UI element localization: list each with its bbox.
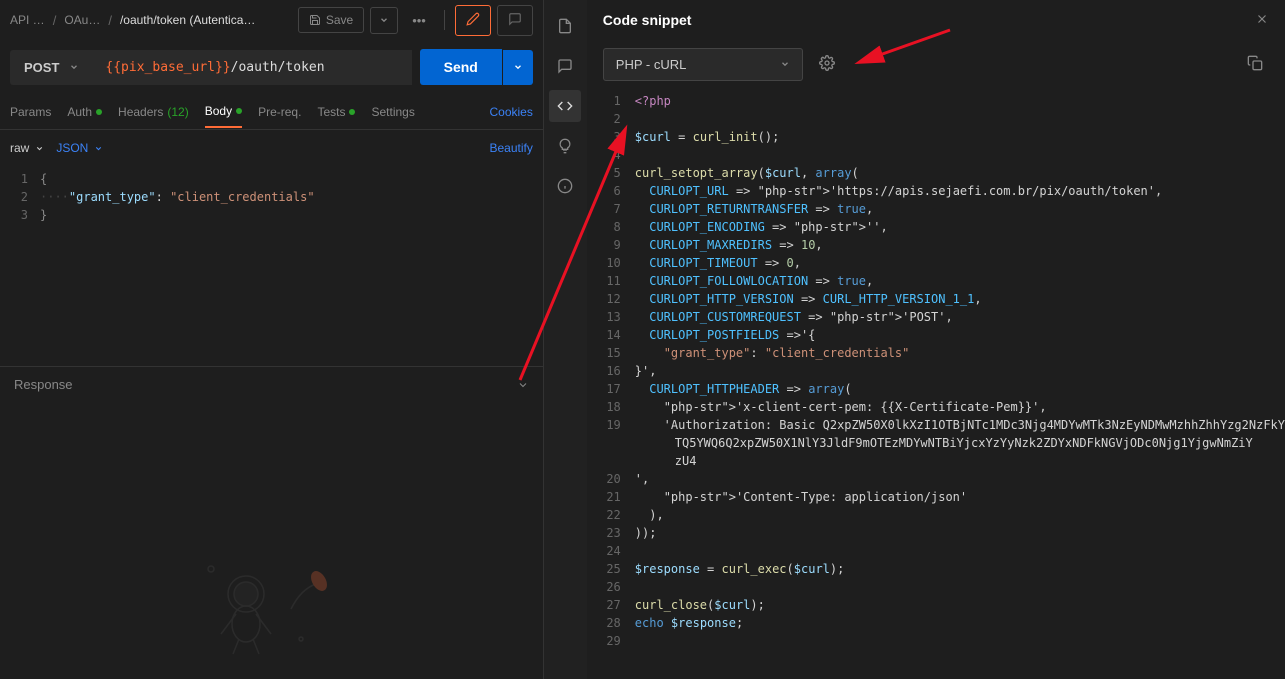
- gear-icon: [819, 55, 835, 71]
- cookies-link[interactable]: Cookies: [490, 105, 533, 119]
- tab-tests[interactable]: Tests: [317, 96, 355, 128]
- tab-body[interactable]: Body: [205, 96, 242, 128]
- beautify-button[interactable]: Beautify: [490, 141, 533, 155]
- save-icon: [309, 14, 321, 26]
- chevron-down-icon: [513, 62, 523, 72]
- response-body: [0, 402, 543, 679]
- status-dot-icon: [96, 109, 102, 115]
- chevron-down-icon[interactable]: [517, 379, 529, 391]
- response-label: Response: [14, 377, 73, 392]
- copy-icon: [1247, 55, 1263, 71]
- comments-icon-button[interactable]: [549, 50, 581, 82]
- close-button[interactable]: [1255, 12, 1269, 29]
- dots-icon: •••: [412, 13, 426, 28]
- breadcrumb-sep: /: [108, 13, 112, 28]
- save-dropdown[interactable]: [370, 7, 398, 34]
- tab-headers[interactable]: Headers (12): [118, 96, 189, 128]
- status-dot-icon: [349, 109, 355, 115]
- tab-params[interactable]: Params: [10, 96, 51, 128]
- body-type-select[interactable]: raw: [10, 141, 44, 155]
- snippet-code[interactable]: <?php $curl = curl_init(); curl_setopt_a…: [635, 88, 1285, 679]
- lightbulb-icon: [557, 138, 573, 154]
- save-label: Save: [326, 13, 353, 27]
- method-value: POST: [24, 60, 59, 75]
- send-dropdown[interactable]: [503, 50, 533, 85]
- copy-button[interactable]: [1241, 49, 1269, 80]
- docs-icon-button[interactable]: [549, 10, 581, 42]
- lightbulb-icon-button[interactable]: [549, 130, 581, 162]
- divider: [444, 10, 445, 30]
- tab-auth[interactable]: Auth: [67, 96, 102, 128]
- info-icon-button[interactable]: [549, 170, 581, 202]
- language-select[interactable]: PHP - cURL: [603, 48, 803, 81]
- url-input[interactable]: {{pix_base_url}}/oauth/token: [93, 50, 411, 85]
- save-button[interactable]: Save: [298, 7, 364, 33]
- breadcrumb-current[interactable]: /oauth/token (Autentica…: [120, 13, 255, 27]
- file-icon: [557, 18, 573, 34]
- chevron-down-icon: [780, 59, 790, 69]
- breadcrumb-item[interactable]: OAu…: [64, 13, 100, 27]
- chevron-down-icon: [35, 144, 44, 153]
- info-icon: [557, 178, 573, 194]
- body-format-select[interactable]: JSON: [56, 141, 103, 155]
- astronaut-illustration: [191, 539, 351, 659]
- side-toolbar: [544, 0, 587, 679]
- snippet-title: Code snippet: [603, 12, 692, 28]
- snippet-gutter: 12345678910111213141516171819 2021222324…: [587, 88, 635, 679]
- close-icon: [1255, 12, 1269, 26]
- request-body-editor[interactable]: 123 { ····"grant_type": "client_credenti…: [0, 166, 543, 366]
- breadcrumb: API … / OAu… / /oauth/token (Autentica…: [10, 13, 255, 28]
- chevron-down-icon: [94, 144, 103, 153]
- code-icon: [557, 98, 573, 114]
- settings-button[interactable]: [813, 49, 841, 80]
- status-dot-icon: [236, 108, 242, 114]
- method-select[interactable]: POST: [10, 50, 93, 85]
- snippet-editor[interactable]: 12345678910111213141516171819 2021222324…: [587, 88, 1285, 679]
- chevron-down-icon: [379, 15, 389, 25]
- edit-button[interactable]: [455, 5, 491, 36]
- url-path: /oauth/token: [231, 60, 325, 75]
- tab-prereq[interactable]: Pre-req.: [258, 96, 301, 128]
- breadcrumb-sep: /: [53, 13, 57, 28]
- comment-icon: [508, 12, 522, 26]
- more-button[interactable]: •••: [404, 8, 434, 33]
- pencil-icon: [466, 12, 480, 26]
- language-value: PHP - cURL: [616, 57, 687, 72]
- url-variable: {{pix_base_url}}: [105, 60, 230, 75]
- comment-button[interactable]: [497, 5, 533, 36]
- code-icon-button[interactable]: [549, 90, 581, 122]
- tab-settings[interactable]: Settings: [371, 96, 414, 128]
- message-icon: [557, 58, 573, 74]
- chevron-down-icon: [69, 62, 79, 72]
- editor-gutter: 123: [0, 166, 40, 366]
- breadcrumb-item[interactable]: API …: [10, 13, 45, 27]
- send-button[interactable]: Send: [420, 49, 502, 85]
